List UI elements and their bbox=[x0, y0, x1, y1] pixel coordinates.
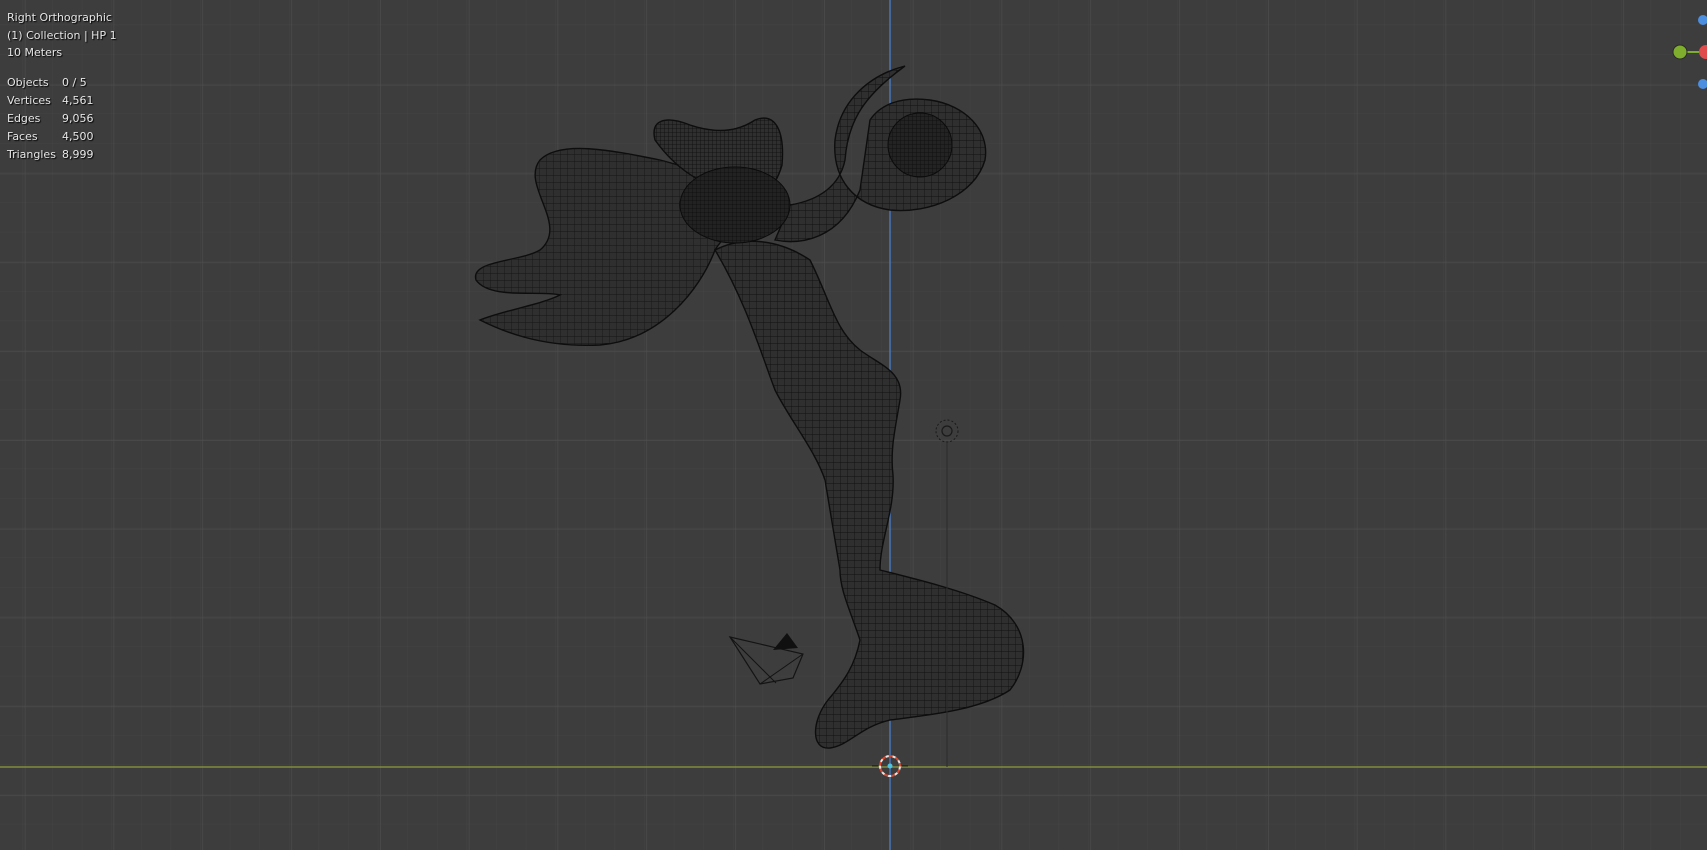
stat-label: Edges bbox=[7, 111, 41, 125]
stat-label: Vertices bbox=[7, 94, 51, 108]
stat-value: 9,056 bbox=[62, 111, 94, 125]
stat-label: Faces bbox=[7, 129, 38, 143]
stat-row-objects: Objects 0 / 5 bbox=[7, 74, 94, 92]
stat-label: Objects bbox=[7, 76, 49, 90]
stat-label: Triangles bbox=[7, 147, 56, 161]
viewport-info: Right Orthographic (1) Collection | HP 1… bbox=[7, 9, 117, 62]
scene-statistics: Objects 0 / 5 Vertices 4,561 Edges 9,056… bbox=[7, 74, 94, 163]
stat-row-faces: Faces 4,500 bbox=[7, 127, 94, 145]
stat-value: 4,500 bbox=[62, 129, 94, 143]
collection-label: (1) Collection | HP 1 bbox=[7, 28, 117, 42]
stat-row-edges: Edges 9,056 bbox=[7, 110, 94, 128]
3d-viewport[interactable]: Right Orthographic (1) Collection | HP 1… bbox=[0, 0, 1707, 850]
stat-value: 0 / 5 bbox=[62, 76, 87, 90]
stat-row-triangles: Triangles 8,999 bbox=[7, 145, 94, 163]
stat-value: 4,561 bbox=[62, 94, 94, 108]
stat-value: 8,999 bbox=[62, 147, 94, 161]
view-name-label: Right Orthographic bbox=[7, 11, 112, 24]
stat-row-vertices: Vertices 4,561 bbox=[7, 92, 94, 110]
scale-label: 10 Meters bbox=[7, 46, 63, 59]
viewport-grid bbox=[0, 0, 1707, 850]
